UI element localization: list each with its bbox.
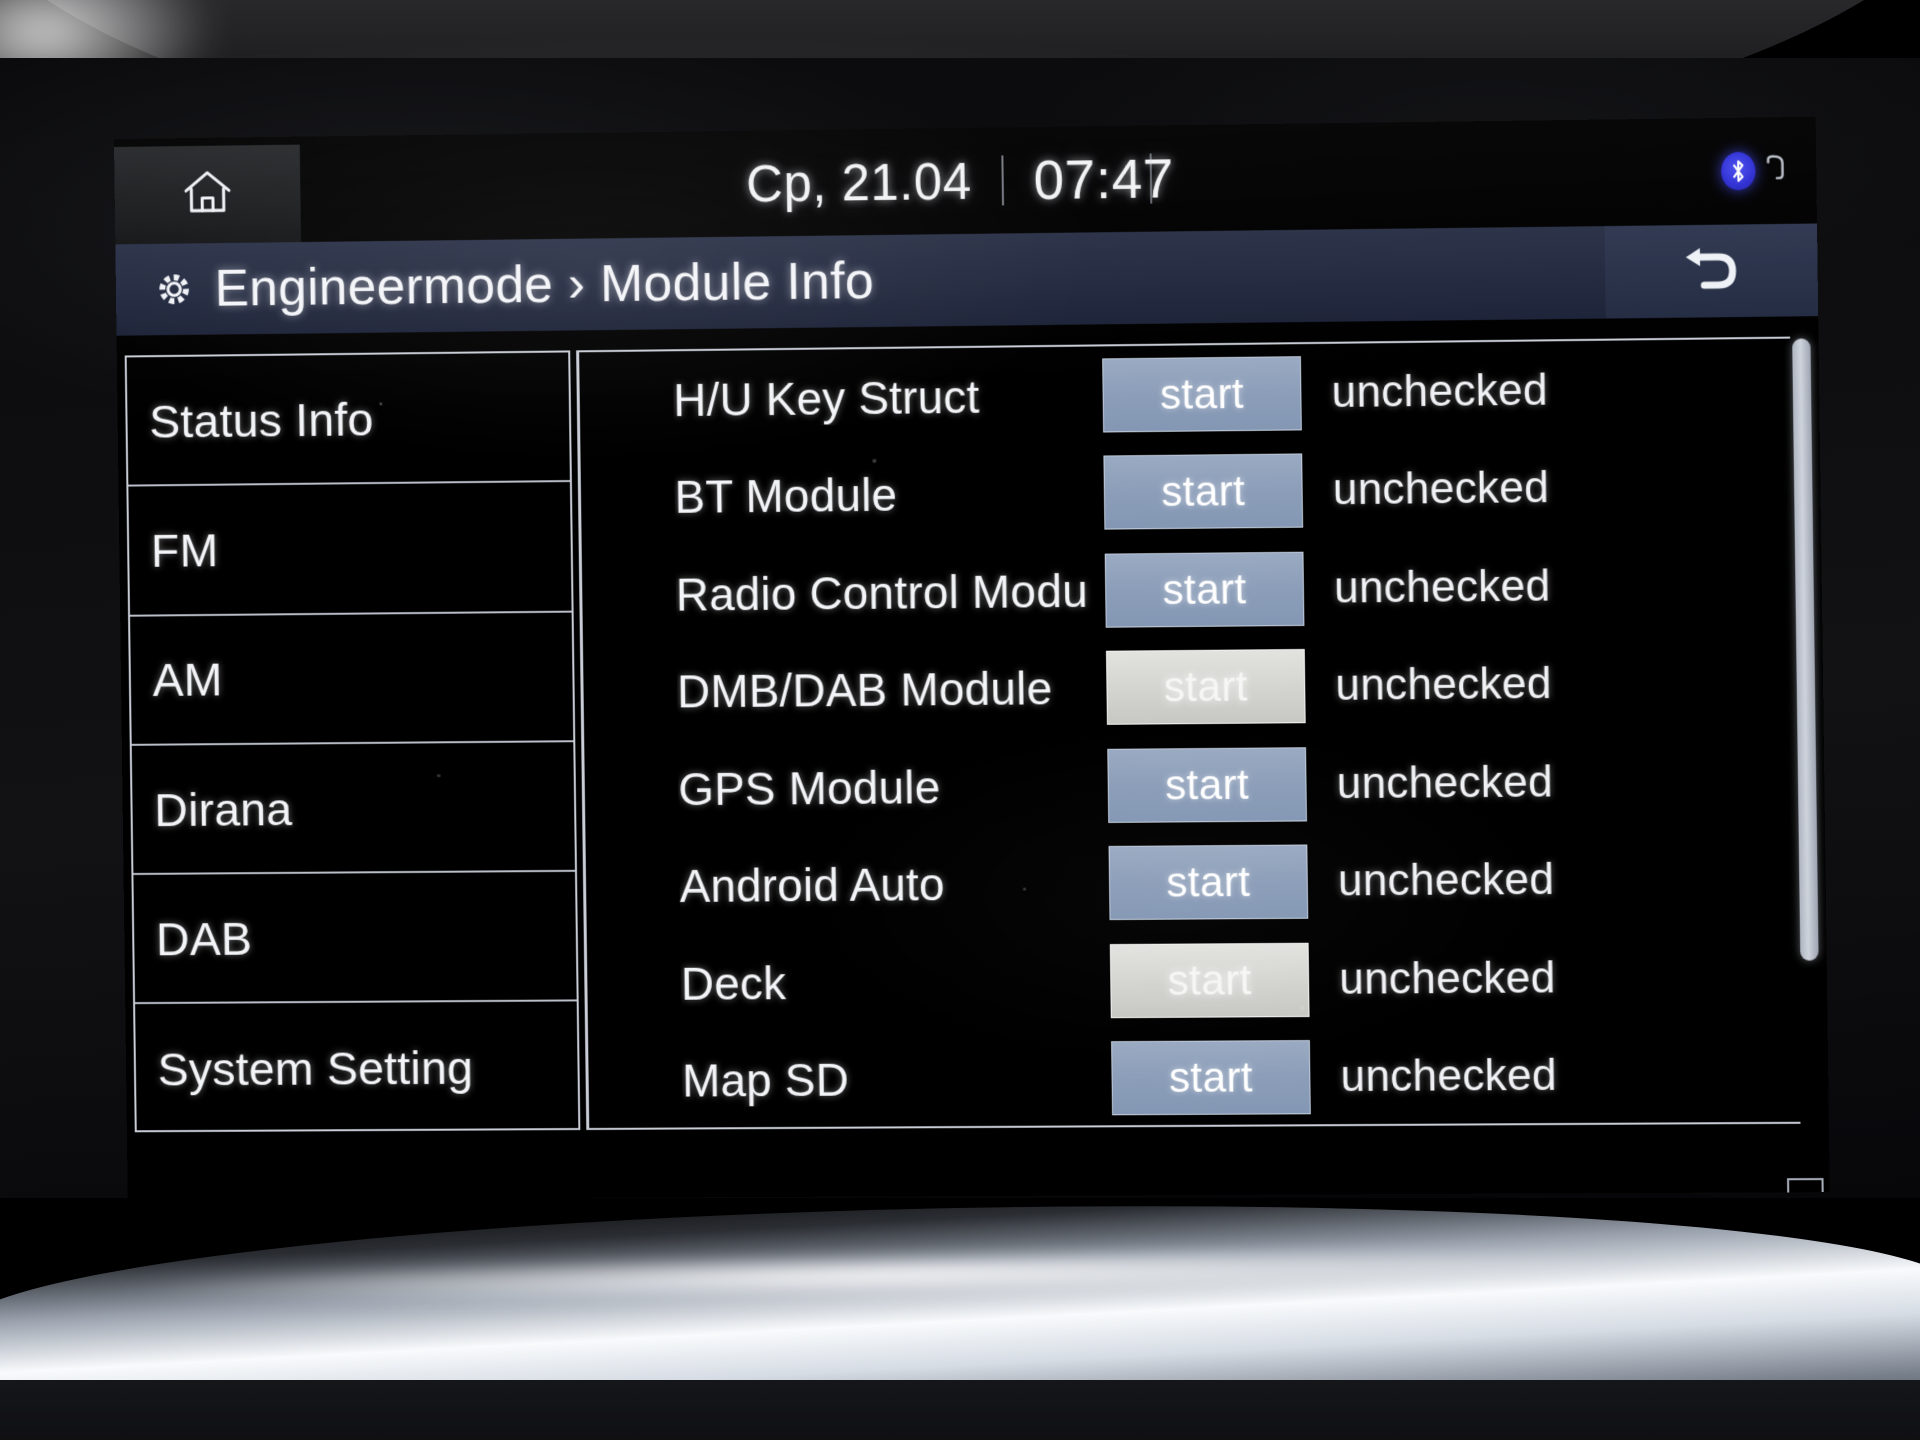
content-area: Status Info FM AM Dirana DAB System Sett…	[116, 316, 1830, 1200]
status-badge: unchecked	[1336, 757, 1554, 808]
dust-speck	[1470, 578, 1474, 582]
sidebar-item-am[interactable]: AM	[130, 612, 574, 746]
start-button[interactable]: start	[1104, 551, 1305, 628]
status-badge: unchecked	[1337, 855, 1555, 906]
start-button[interactable]: start	[1108, 844, 1309, 921]
module-name: H/U Key Struct	[672, 370, 980, 426]
module-name: GPS Module	[677, 760, 941, 815]
module-name: Map SD	[681, 1053, 850, 1107]
module-name: Deck	[680, 956, 787, 1010]
sidebar-item-status-info[interactable]: Status Info	[126, 352, 570, 487]
sidebar-item-label: FM	[150, 523, 219, 577]
bluetooth-icon	[1720, 151, 1756, 191]
back-button[interactable]	[1604, 223, 1819, 319]
sidebar-item-fm[interactable]: FM	[128, 482, 572, 617]
back-arrow-icon	[1673, 240, 1749, 302]
dust-speck	[1022, 887, 1027, 891]
dust-speck	[436, 774, 441, 778]
dashboard-lower-panel	[0, 1380, 1920, 1440]
start-button[interactable]: start	[1107, 746, 1307, 823]
sidebar-item-label: AM	[152, 652, 223, 707]
status-time: 07:47	[1033, 147, 1175, 212]
start-button[interactable]: start	[1109, 942, 1310, 1018]
status-bar-center: Cp, 21.04 07:47	[114, 117, 1817, 245]
table-row: DMB/DAB Module start unchecked	[583, 633, 1806, 741]
scrollbar-thumb[interactable]	[1792, 338, 1819, 961]
table-row: Map SD start unchecked	[588, 1026, 1811, 1130]
breadcrumb: Engineermode › Module Info	[115, 235, 874, 336]
table-row: BT Module start unchecked	[580, 437, 1802, 547]
status-badge: unchecked	[1331, 365, 1549, 417]
status-bar-icons	[1720, 117, 1792, 225]
sidebar-item-label: System Setting	[157, 1041, 474, 1096]
status-badge: unchecked	[1333, 561, 1551, 613]
status-badge: unchecked	[1340, 1050, 1558, 1102]
sidebar-item-label: DAB	[155, 911, 253, 966]
dust-speck	[872, 458, 877, 463]
start-button[interactable]: start	[1102, 355, 1302, 433]
status-bar: Cp, 21.04 07:47	[113, 116, 1818, 245]
sidebar-item-system-setting[interactable]: System Setting	[135, 1002, 578, 1134]
sidebar-menu: Status Info FM AM Dirana DAB System Sett…	[124, 350, 581, 1134]
table-row: Deck start unchecked	[587, 927, 1810, 1032]
status-badge: unchecked	[1338, 952, 1556, 1004]
page-title: Engineermode › Module Info	[214, 252, 875, 318]
module-name: Android Auto	[679, 858, 946, 913]
status-divider	[1001, 155, 1004, 206]
infotainment-screen: Cp, 21.04 07:47 Engineermode › Module In…	[113, 116, 1830, 1200]
dashboard-photo-scene: Cp, 21.04 07:47 Engineermode › Module In…	[0, 0, 1920, 1440]
sidebar-item-dirana[interactable]: Dirana	[131, 742, 575, 876]
module-name: Radio Control Modu	[675, 564, 1089, 621]
start-button[interactable]: start	[1105, 649, 1306, 726]
dust-speck	[1300, 1005, 1305, 1011]
table-row: Android Auto start unchecked	[585, 829, 1808, 935]
sidebar-item-label: Status Info	[148, 392, 374, 448]
gear-icon	[151, 266, 197, 312]
phone-handset-icon	[1761, 153, 1792, 189]
table-row: H/U Key Struct start unchecked	[579, 338, 1801, 449]
table-row: Radio Control Modu start unchecked	[582, 535, 1804, 644]
sidebar-item-label: Dirana	[153, 781, 293, 836]
dust-speck	[379, 402, 383, 406]
table-row: GPS Module start unchecked	[584, 731, 1807, 838]
status-date: Cp, 21.04	[745, 152, 972, 213]
status-badge: unchecked	[1335, 659, 1552, 711]
status-badge: unchecked	[1332, 463, 1550, 515]
module-name: BT Module	[674, 468, 898, 524]
start-button[interactable]: start	[1111, 1040, 1311, 1116]
start-button[interactable]: start	[1103, 453, 1304, 530]
sidebar-item-dab[interactable]: DAB	[133, 872, 577, 1005]
module-list: H/U Key Struct start unchecked BT Module…	[576, 336, 1813, 1130]
module-name: DMB/DAB Module	[676, 662, 1053, 718]
